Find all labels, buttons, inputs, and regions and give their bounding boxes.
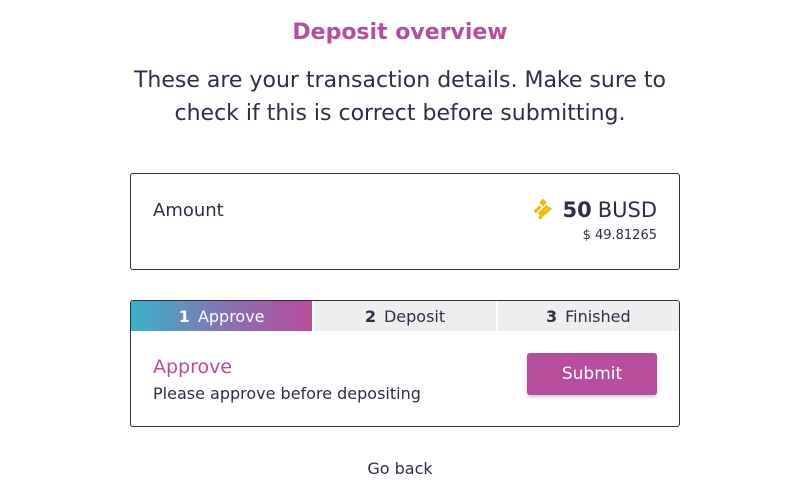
page-subtitle: These are your transaction details. Make…	[133, 68, 667, 126]
amount-currency: BUSD	[597, 198, 657, 222]
step-description: Please approve before depositing	[153, 384, 421, 403]
amount-usd-value: $ 49.81265	[582, 228, 657, 243]
step-tab-approve[interactable]: 1 Approve	[131, 301, 313, 331]
step-tab-label: Deposit	[383, 306, 446, 326]
busd-coin-icon	[534, 199, 553, 220]
step-tab-label: Finished	[565, 306, 631, 326]
step-title: Approve	[153, 356, 233, 378]
steps-card: 1 Approve 2 Deposit 3 Finished Approve P…	[130, 300, 680, 427]
step-tab-number: 2	[364, 306, 376, 326]
submit-button[interactable]: Submit	[527, 353, 657, 395]
amount-summary: 50 BUSD $ 49.81265	[532, 198, 657, 243]
step-tab-number: 1	[178, 306, 190, 326]
go-back-link[interactable]: Go back	[0, 459, 800, 478]
amount-label: Amount	[153, 200, 224, 221]
amount-main: 50 BUSD	[532, 198, 657, 222]
step-tabs: 1 Approve 2 Deposit 3 Finished	[131, 301, 679, 331]
amount-card: Amount 50 BUSD $ 49.81265	[130, 173, 680, 270]
step-tab-finished[interactable]: 3 Finished	[495, 301, 679, 331]
step-tab-deposit[interactable]: 2 Deposit	[312, 301, 496, 331]
step-tab-number: 3	[545, 306, 558, 326]
amount-value: 50	[562, 198, 592, 222]
step-tab-label: Approve	[197, 306, 265, 326]
page-title: Deposit overview	[292, 20, 508, 45]
